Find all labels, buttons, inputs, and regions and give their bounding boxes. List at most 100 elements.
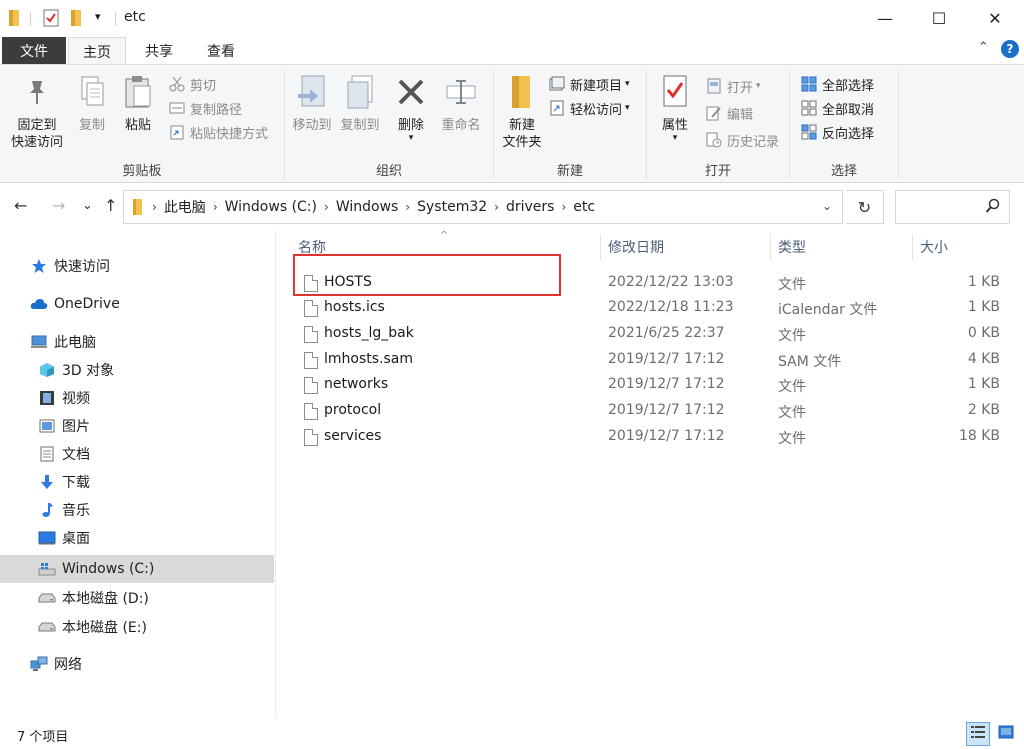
cut-button[interactable]: 剪切	[168, 73, 216, 95]
open-button[interactable]: 打开 ▾	[705, 75, 761, 97]
move-to-button[interactable]: 移动到	[289, 71, 335, 134]
file-date: 2022/12/22 13:03	[608, 274, 734, 290]
customize-toolbar-chevron-icon[interactable]: ▾	[95, 10, 101, 23]
window-title: etc	[124, 9, 146, 25]
pin-to-quick-access-button[interactable]: 固定到 快速访问	[6, 71, 68, 151]
history-button[interactable]: 历史记录	[705, 129, 779, 151]
invert-selection-button[interactable]: 反向选择	[800, 121, 874, 143]
open-file-icon	[705, 77, 723, 95]
tab-share[interactable]: 共享	[132, 37, 186, 65]
sidebar-item-drive-e[interactable]: 本地磁盘 (E:)	[0, 613, 274, 641]
properties-label: 属性	[661, 118, 688, 133]
file-row[interactable]: services 2019/12/7 17:12 文件 18 KB	[294, 425, 1006, 450]
picture-icon	[38, 417, 56, 435]
star-icon	[30, 257, 48, 275]
properties-dropdown-icon[interactable]: ▾	[673, 134, 678, 143]
delete-button[interactable]: 删除 ▾	[393, 71, 429, 143]
file-name: services	[324, 428, 382, 444]
breadcrumb-this-pc[interactable]: 此电脑	[159, 197, 211, 217]
properties-button[interactable]: 属性 ▾	[655, 71, 695, 143]
new-item-button[interactable]: 新建项目 ▾	[548, 73, 630, 95]
new-group-label: 新建	[556, 164, 583, 179]
file-type: 文件	[778, 328, 806, 344]
tab-file[interactable]: 文件	[2, 37, 66, 64]
sidebar-item-videos[interactable]: 视频	[0, 384, 274, 412]
column-divider[interactable]	[600, 234, 601, 260]
up-arrow-icon[interactable]: ↑	[104, 196, 117, 215]
easy-access-icon	[548, 99, 566, 117]
invert-selection-label: 反向选择	[822, 126, 875, 142]
open-dropdown-icon: ▾	[756, 81, 761, 91]
file-icon	[304, 300, 318, 317]
breadcrumb-separator[interactable]: ›	[322, 200, 331, 214]
address-history-chevron-icon[interactable]: ⌄	[822, 199, 832, 213]
sidebar-item-quick-access[interactable]: 快速访问	[0, 252, 274, 280]
paste-button[interactable]: 粘贴	[118, 71, 158, 134]
file-type: 文件	[778, 379, 806, 395]
breadcrumb-windows[interactable]: Windows	[331, 199, 404, 215]
large-icons-view-button[interactable]	[994, 722, 1018, 746]
sidebar-item-downloads[interactable]: 下载	[0, 468, 274, 496]
file-row[interactable]: hosts.ics 2022/12/18 11:23 iCalendar 文件 …	[294, 296, 1006, 321]
forward-arrow-icon[interactable]: →	[52, 196, 65, 215]
breadcrumb-drive-c[interactable]: Windows (C:)	[220, 199, 322, 215]
details-view-button[interactable]	[966, 722, 990, 746]
tab-home[interactable]: 主页	[68, 37, 126, 65]
help-icon[interactable]: ?	[1001, 40, 1019, 58]
paste-shortcut-button[interactable]: 粘贴快捷方式	[168, 121, 268, 143]
file-row[interactable]: networks 2019/12/7 17:12 文件 1 KB	[294, 373, 1006, 398]
breadcrumb-etc[interactable]: etc	[568, 199, 600, 215]
file-row[interactable]: lmhosts.sam 2019/12/7 17:12 SAM 文件 4 KB	[294, 348, 1006, 373]
copy-button[interactable]: 复制	[72, 71, 112, 134]
rename-button[interactable]: 重命名	[437, 71, 485, 134]
sidebar-item-onedrive[interactable]: OneDrive	[0, 290, 274, 318]
sidebar-item-label: 文档	[62, 447, 90, 463]
cut-label: 剪切	[190, 78, 217, 94]
select-none-button[interactable]: 全部取消	[800, 97, 874, 119]
refresh-button[interactable]: ↻	[846, 190, 884, 224]
breadcrumb-separator[interactable]: ›	[559, 200, 568, 214]
maximize-button[interactable]: ☐	[916, 0, 962, 36]
sidebar-item-network[interactable]: 网络	[0, 650, 274, 678]
address-bar[interactable]: › 此电脑 › Windows (C:) › Windows › System3…	[123, 190, 843, 224]
breadcrumb-system32[interactable]: System32	[412, 199, 492, 215]
copy-path-button[interactable]: 复制路径	[168, 97, 242, 119]
breadcrumb-separator[interactable]: ›	[150, 200, 159, 214]
new-folder-button[interactable]: 新建 文件夹	[498, 71, 546, 151]
breadcrumb-drivers[interactable]: drivers	[501, 199, 559, 215]
collapse-ribbon-icon[interactable]: ⌃	[978, 40, 989, 55]
sidebar-item-documents[interactable]: 文档	[0, 440, 274, 468]
breadcrumb-separator[interactable]: ›	[211, 200, 220, 214]
sidebar-item-drive-c[interactable]: Windows (C:)	[0, 555, 274, 583]
copy-to-button[interactable]: 复制到	[337, 71, 383, 134]
sidebar-item-pictures[interactable]: 图片	[0, 412, 274, 440]
search-input[interactable]	[895, 190, 1010, 224]
column-divider[interactable]	[912, 234, 913, 260]
delete-dropdown-icon[interactable]: ▾	[409, 134, 414, 143]
file-row[interactable]: protocol 2019/12/7 17:12 文件 2 KB	[294, 399, 1006, 424]
column-header-size[interactable]: 大小	[920, 230, 1000, 264]
edit-button[interactable]: 编辑	[705, 102, 753, 124]
tab-view[interactable]: 查看	[194, 37, 248, 65]
sidebar-item-music[interactable]: 音乐	[0, 496, 274, 524]
sidebar-item-this-pc[interactable]: 此电脑	[0, 328, 274, 356]
select-all-button[interactable]: 全部选择	[800, 73, 874, 95]
back-arrow-icon[interactable]: ←	[14, 196, 27, 215]
properties-check-icon[interactable]	[42, 9, 60, 31]
column-divider[interactable]	[770, 234, 771, 260]
new-folder-icon[interactable]	[70, 9, 84, 31]
sidebar-item-3d-objects[interactable]: 3D 对象	[0, 356, 274, 384]
new-item-dropdown-icon: ▾	[625, 79, 630, 89]
close-button[interactable]: ✕	[972, 0, 1018, 36]
breadcrumb-separator[interactable]: ›	[492, 200, 501, 214]
easy-access-button[interactable]: 轻松访问 ▾	[548, 97, 630, 119]
recent-locations-chevron-icon[interactable]: ⌄	[82, 198, 93, 213]
sidebar-item-drive-d[interactable]: 本地磁盘 (D:)	[0, 584, 274, 612]
column-header-date[interactable]: 修改日期	[608, 230, 768, 264]
breadcrumb-separator[interactable]: ›	[403, 200, 412, 214]
document-icon	[38, 445, 56, 463]
file-row[interactable]: hosts_lg_bak 2021/6/25 22:37 文件 0 KB	[294, 322, 1006, 347]
minimize-button[interactable]: —	[862, 0, 908, 36]
sidebar-item-desktop[interactable]: 桌面	[0, 524, 274, 552]
column-header-type[interactable]: 类型	[778, 230, 908, 264]
